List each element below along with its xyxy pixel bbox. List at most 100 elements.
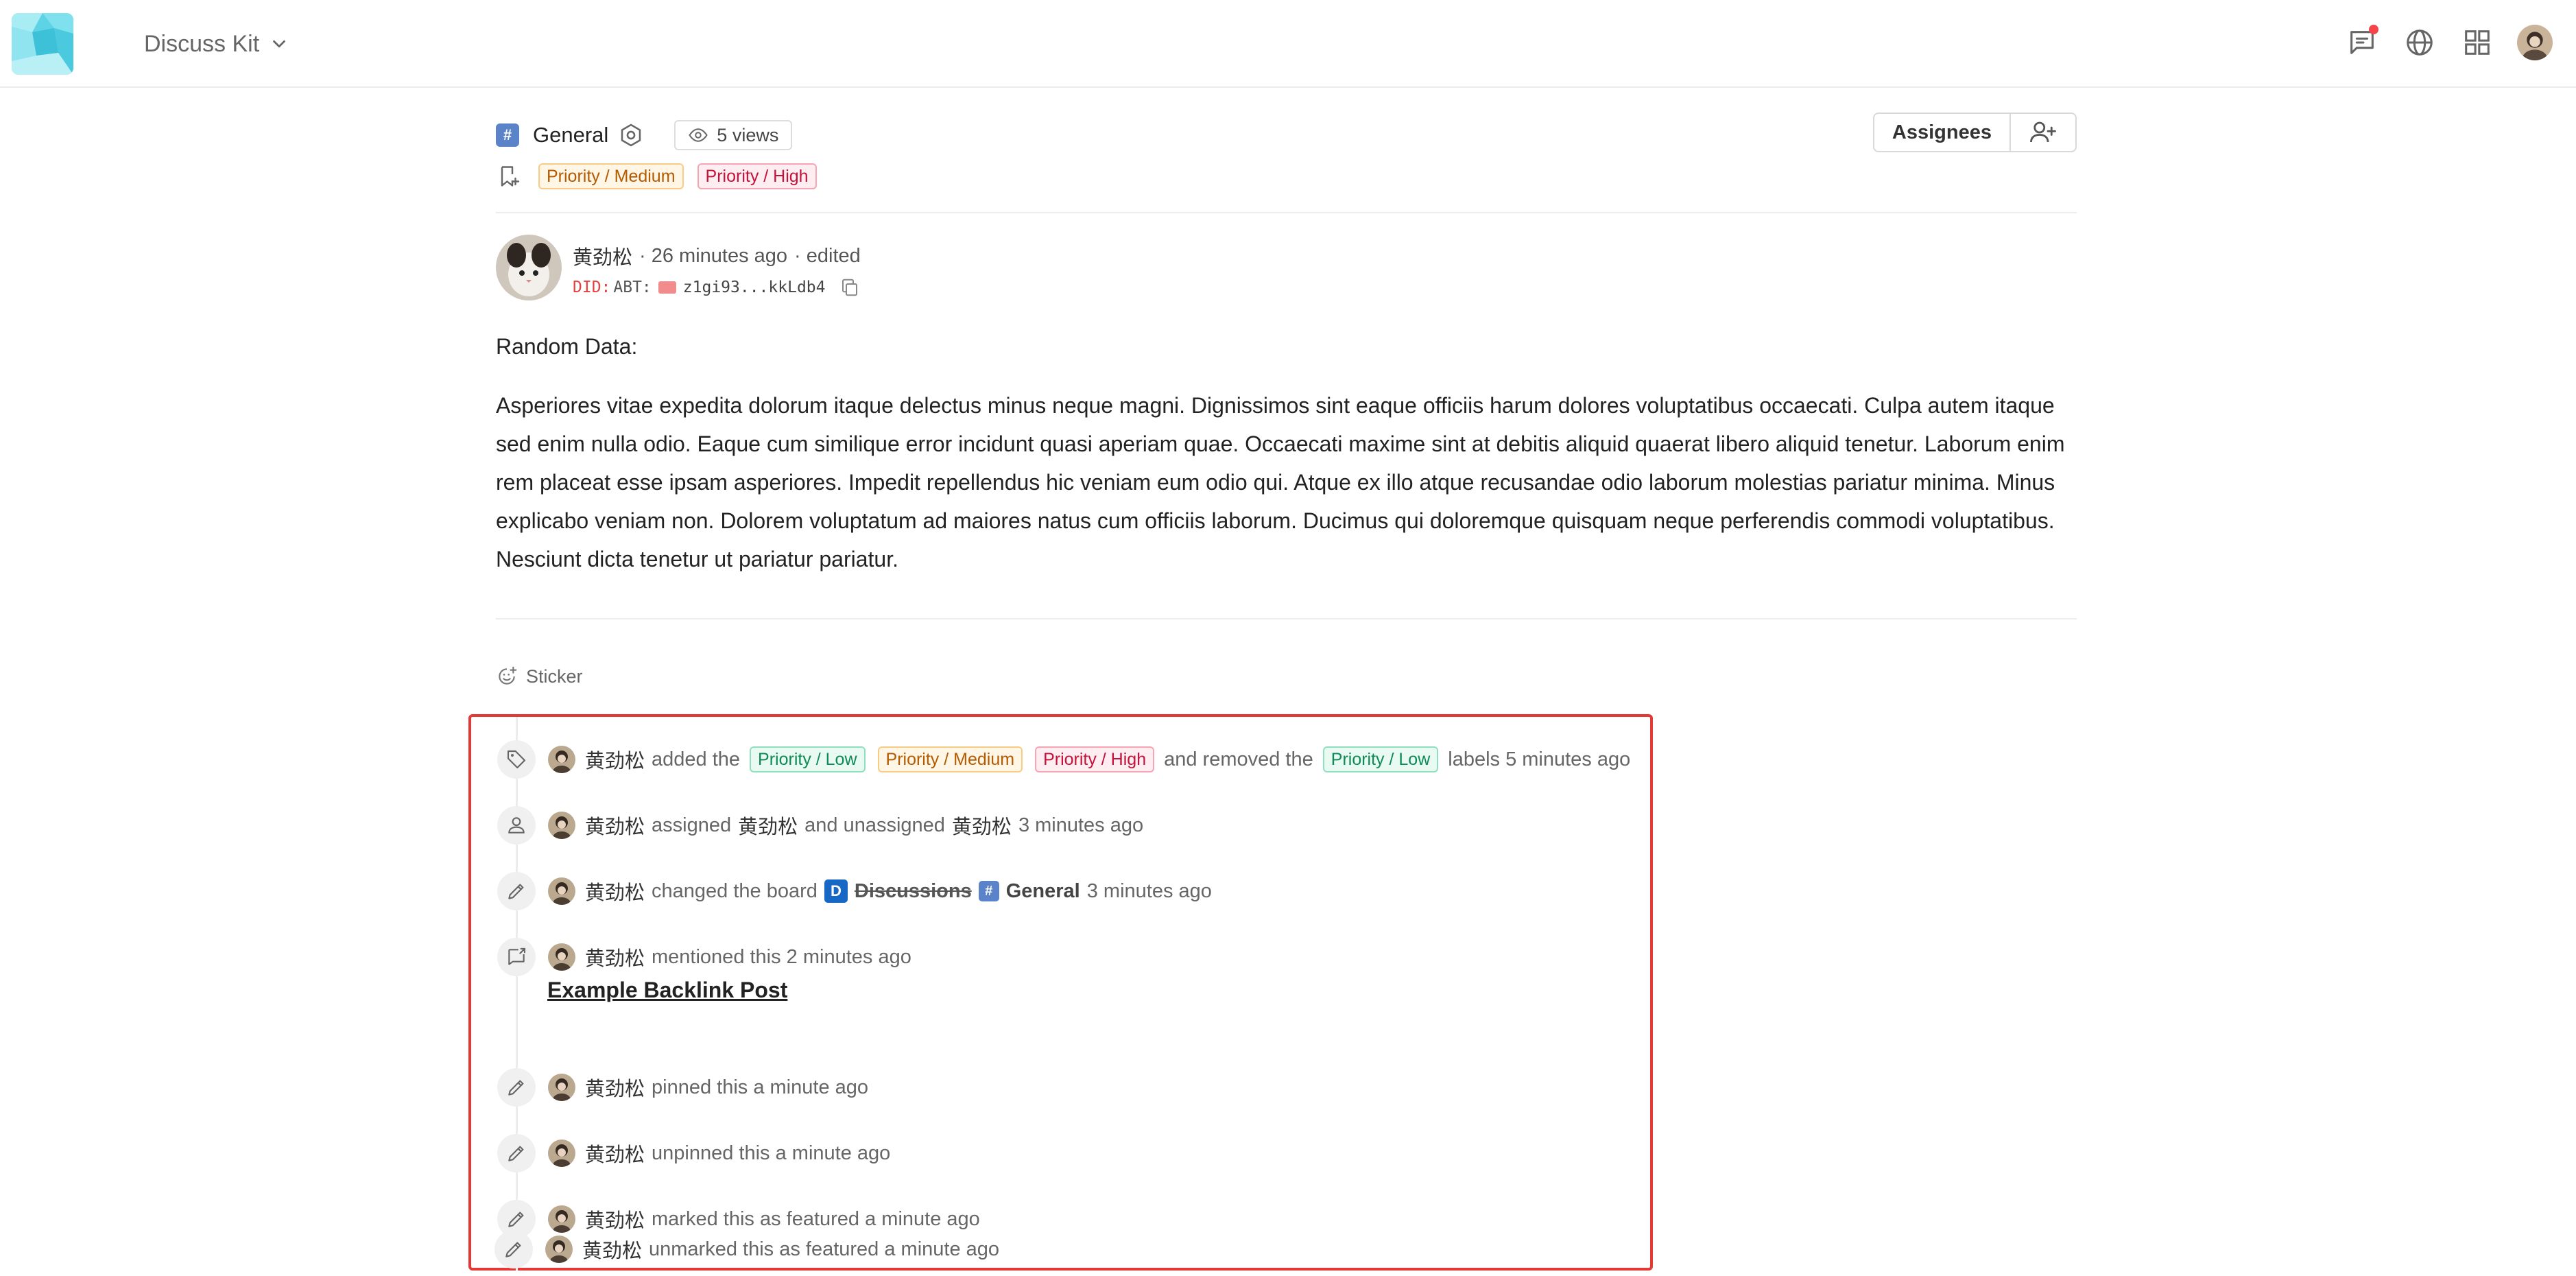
chat-button[interactable] — [2344, 25, 2380, 60]
timeline-event-unpin: 黄劲松 unpinned this a minute ago — [497, 1134, 890, 1172]
edited-marker: · edited — [794, 244, 861, 267]
event-text: marked this as featured a minute ago — [652, 1207, 980, 1230]
app-name: Discuss Kit — [144, 30, 260, 57]
assignees-control: Assignees — [1872, 113, 2077, 152]
user-icon — [497, 806, 536, 844]
grid-icon — [2465, 30, 2490, 55]
label-add-icon[interactable] — [496, 164, 521, 189]
event-user[interactable]: 黄劲松 — [585, 745, 645, 774]
avatar[interactable] — [548, 746, 575, 773]
event-text: added the — [652, 748, 741, 770]
backlink-post-link[interactable]: Example Backlink Post — [547, 978, 787, 1003]
backlink-icon — [497, 938, 536, 976]
notification-dot — [2369, 25, 2378, 34]
timeline-event-labels: 黄劲松 added the Priority / Low Priority / … — [497, 740, 1630, 779]
label-priority-high[interactable]: Priority / High — [697, 163, 817, 189]
timeline-event-assign: 黄劲松 assigned 黄劲松 and unassigned 黄劲松 3 mi… — [497, 806, 1143, 844]
post-author: 黄劲松 · 26 minutes ago · edited DID: ABT: … — [496, 235, 861, 300]
app-switcher[interactable]: Discuss Kit — [144, 26, 289, 62]
timeline-line — [516, 717, 518, 1271]
globe-icon — [2407, 29, 2433, 56]
label-priority-medium[interactable]: Priority / Medium — [877, 746, 1023, 772]
author-did: DID: ABT: z1gi93...kkLdb4 — [573, 277, 861, 298]
pencil-icon — [494, 1230, 533, 1268]
author-avatar[interactable] — [496, 235, 562, 300]
smile-add-icon — [499, 666, 517, 685]
avatar[interactable] — [548, 1139, 575, 1167]
user-avatar[interactable] — [2517, 25, 2553, 60]
event-text: changed the board — [652, 879, 818, 902]
discuss-kit-logo[interactable] — [12, 13, 73, 75]
timeline-event-pin: 黄劲松 pinned this a minute ago — [497, 1068, 868, 1107]
event-user[interactable]: 黄劲松 — [585, 1139, 645, 1168]
new-board[interactable]: General — [1006, 880, 1080, 903]
event-time: 3 minutes ago — [1086, 879, 1212, 902]
pencil-icon — [497, 1134, 536, 1172]
author-name[interactable]: 黄劲松 — [573, 241, 632, 270]
event-text: mentioned this 2 minutes ago — [652, 945, 911, 968]
timeline-event-unfeature: 黄劲松 unmarked this as featured a minute a… — [494, 1230, 999, 1268]
eye-icon — [689, 128, 708, 142]
sticker-button[interactable]: Sticker — [496, 665, 583, 687]
old-board[interactable]: Discussions — [855, 880, 972, 903]
sticker-label: Sticker — [526, 665, 583, 687]
event-time: labels 5 minutes ago — [1448, 748, 1631, 770]
avatar[interactable] — [548, 812, 575, 839]
board-name[interactable]: General — [533, 123, 608, 147]
event-text: and unassigned — [804, 814, 945, 836]
label-priority-high[interactable]: Priority / High — [1035, 746, 1155, 772]
event-user[interactable]: 黄劲松 — [582, 1235, 642, 1264]
activity-timeline: 黄劲松 added the Priority / Low Priority / … — [468, 714, 1653, 1271]
avatar[interactable] — [545, 1236, 573, 1263]
event-user[interactable]: 黄劲松 — [585, 1205, 645, 1233]
chevron-down-icon — [273, 40, 286, 48]
event-user[interactable]: 黄劲松 — [585, 811, 645, 840]
divider — [496, 212, 2077, 213]
apps-button[interactable] — [2459, 25, 2495, 60]
did-avatar-icon — [658, 281, 676, 294]
hash-icon: # — [496, 123, 519, 147]
tag-icon — [497, 740, 536, 779]
event-user[interactable]: 黄劲松 — [585, 877, 645, 906]
content-heading: Random Data: — [496, 334, 638, 359]
views-count: 5 views — [717, 124, 779, 145]
event-text: unmarked this as featured a minute ago — [649, 1238, 1000, 1260]
event-time: 3 minutes ago — [1018, 814, 1144, 836]
did-address: z1gi93...kkLdb4 — [682, 279, 826, 296]
label-priority-medium[interactable]: Priority / Medium — [538, 163, 684, 189]
event-text: assigned — [652, 814, 732, 836]
event-text: pinned this a minute ago — [652, 1076, 869, 1098]
event-text: and removed the — [1164, 748, 1313, 770]
did-prefix: DID: — [573, 279, 611, 296]
post-labels: Priority / Medium Priority / High — [496, 162, 817, 191]
label-priority-low[interactable]: Priority / Low — [1322, 746, 1439, 772]
assignee-user[interactable]: 黄劲松 — [738, 811, 798, 840]
event-user[interactable]: 黄劲松 — [585, 1073, 645, 1102]
label-priority-low[interactable]: Priority / Low — [750, 746, 866, 772]
app-header: Discuss Kit — [0, 0, 2576, 88]
post-time: · 26 minutes ago — [639, 244, 788, 267]
event-user[interactable]: 黄劲松 — [585, 943, 645, 971]
user-plus-icon — [2030, 121, 2056, 143]
views-chip: 5 views — [674, 120, 793, 150]
pencil-icon — [497, 872, 536, 910]
hash-icon: # — [978, 881, 999, 901]
did-type: ABT: — [613, 279, 652, 296]
add-assignee-button[interactable] — [2011, 114, 2075, 151]
timeline-event-board: 黄劲松 changed the board D Discussions # Ge… — [497, 872, 1212, 910]
event-text: unpinned this a minute ago — [652, 1142, 891, 1164]
avatar[interactable] — [548, 943, 575, 971]
content-paragraph: Asperiores vitae expedita dolorum itaque… — [496, 393, 2065, 571]
unassigned-user[interactable]: 黄劲松 — [952, 811, 1012, 840]
timeline-event-mention: 黄劲松 mentioned this 2 minutes ago — [497, 938, 911, 976]
assignees-button[interactable]: Assignees — [1874, 114, 2011, 151]
divider — [496, 618, 2077, 619]
post-content: Random Data: Asperiores vitae expedita d… — [496, 327, 2077, 578]
language-button[interactable] — [2402, 25, 2437, 60]
gear-icon[interactable] — [618, 122, 644, 148]
avatar[interactable] — [548, 1074, 575, 1101]
avatar[interactable] — [548, 877, 575, 905]
copy-icon[interactable] — [839, 277, 860, 298]
avatar[interactable] — [548, 1205, 575, 1233]
pencil-icon — [497, 1068, 536, 1107]
